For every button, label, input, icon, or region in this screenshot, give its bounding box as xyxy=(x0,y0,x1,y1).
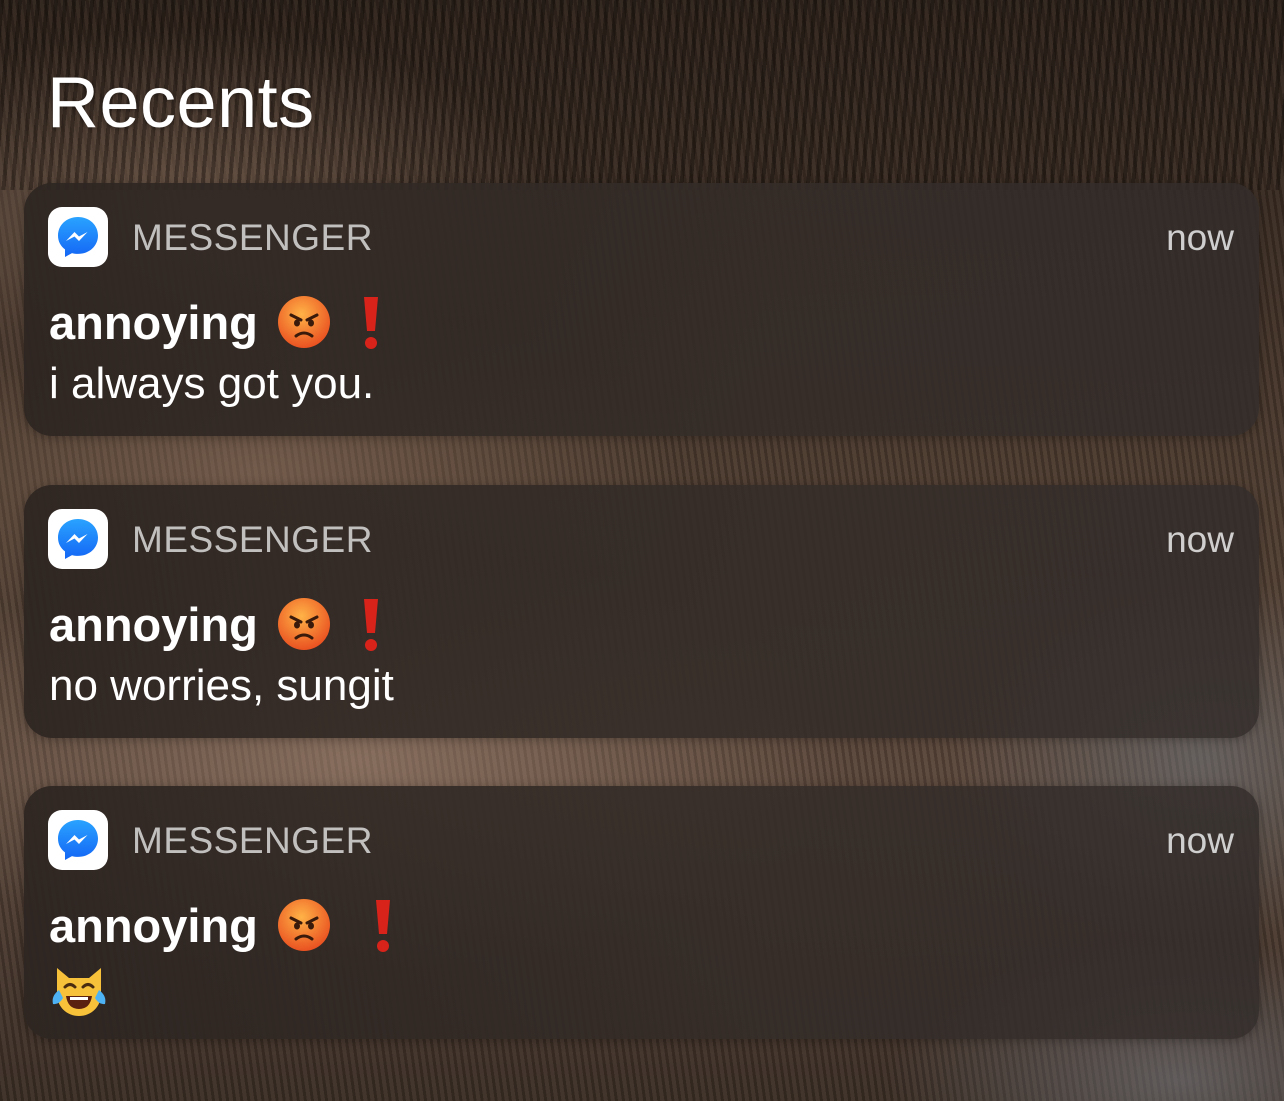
app-name-label: MESSENGER xyxy=(132,519,373,560)
sender-line: annoying xyxy=(49,293,382,351)
sender-line: annoying xyxy=(49,896,394,954)
messenger-app-icon xyxy=(48,207,108,267)
sender-name: annoying xyxy=(49,295,258,349)
notification-time: now xyxy=(1166,217,1234,258)
message-text: i always got you. xyxy=(49,359,375,408)
sender-name: annoying xyxy=(49,597,258,651)
messenger-app-icon xyxy=(48,810,108,870)
notification-time: now xyxy=(1166,519,1234,560)
sender-line: annoying xyxy=(49,595,382,653)
pouting-face-emoji xyxy=(277,598,330,650)
message-emoji-line xyxy=(49,962,109,1029)
notification-card[interactable]: MESSENGER now annoying no worries, sungi… xyxy=(24,485,1259,738)
cat-with-tears-of-joy-emoji xyxy=(52,968,106,1016)
message-text: no worries, sungit xyxy=(49,661,394,710)
red-exclamation-mark xyxy=(375,900,390,952)
notification-time: now xyxy=(1166,820,1234,861)
messenger-app-icon xyxy=(48,509,108,569)
app-name-label: MESSENGER xyxy=(132,217,373,258)
red-exclamation-mark xyxy=(363,599,378,651)
notification-card[interactable]: MESSENGER now annoying xyxy=(24,786,1259,1039)
pouting-face-emoji xyxy=(277,296,330,348)
recents-heading: Recents xyxy=(47,63,315,143)
pouting-face-emoji xyxy=(277,899,330,951)
app-name-label: MESSENGER xyxy=(132,820,373,861)
red-exclamation-mark xyxy=(363,297,378,349)
notification-card[interactable]: MESSENGER now annoying i always got you. xyxy=(24,183,1259,436)
sender-name: annoying xyxy=(49,898,258,952)
